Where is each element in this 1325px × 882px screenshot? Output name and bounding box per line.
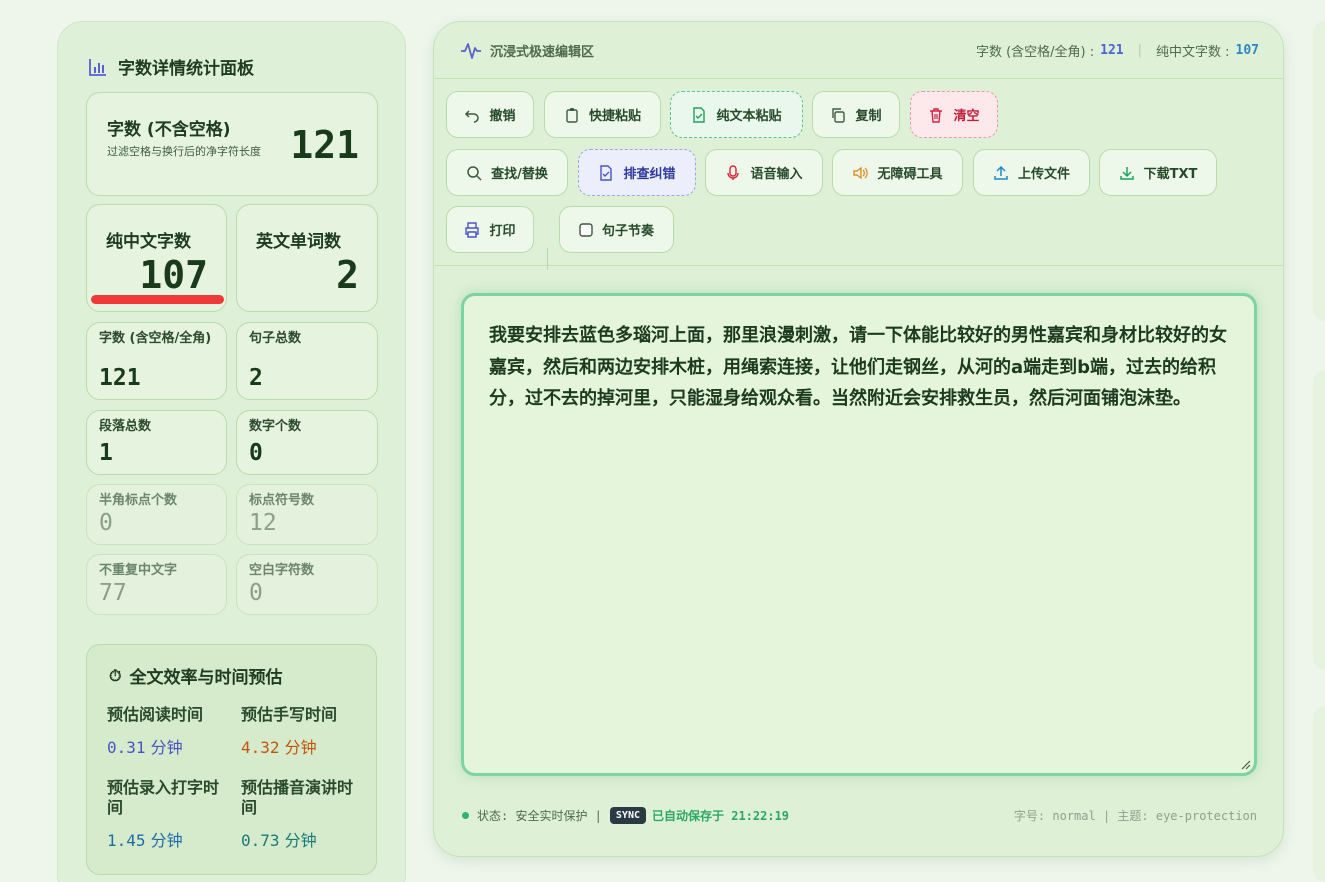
clear-button[interactable]: 清空 [910,91,998,138]
search-icon [467,165,482,181]
file-text-icon [693,106,706,123]
checkbox-icon [579,222,593,237]
stat-card: 段落总数 1 [86,410,227,475]
undo-button[interactable]: 撤销 [446,91,534,138]
editor-meta: 字号: normal | 主题: eye-protection [1013,808,1257,823]
text-editor[interactable]: 我要安排去蓝色多瑙河上面，那里浪漫刺激，请一下体能比较好的男性嘉宾和身材比较好的… [461,293,1257,776]
stat-card: 不重复中文字 77 [86,554,227,615]
proofread-button[interactable]: 排查纠错 [578,149,696,196]
word-count-card: 字数 (不含空格) 过滤空格与换行后的净字符长度 121 [86,92,378,196]
microphone-icon [727,164,740,180]
stat-value: 2 [249,365,263,391]
stat-label: 段落总数 [99,419,152,434]
sentence-rhythm-toggle[interactable]: 句子节奏 [559,206,674,253]
stats-separator: | [1137,43,1142,58]
stat-card: 半角标点个数 0 [86,484,227,545]
stats-panel-title: 字数详情统计面板 [88,54,254,79]
pulse-icon [461,42,481,59]
editor-header: 沉浸式极速编辑区 字数 (含空格/全角) : 121 | 纯中文字数 : 107 [434,22,1283,79]
plain-paste-button[interactable]: 纯文本粘贴 [670,91,803,138]
stat-value: 77 [99,580,127,606]
chinese-count-label: 纯中文字数 [106,232,191,252]
download-button[interactable]: 下载TXT [1099,149,1217,196]
stopwatch-icon: ⏱ [109,665,122,685]
copy-icon [832,107,846,123]
time-estimate-title: ⏱ 全文效率与时间预估 [109,665,283,689]
chinese-count-value: 107 [139,253,208,297]
print-button[interactable]: 打印 [446,206,534,253]
voice-input-button[interactable]: 语音输入 [705,149,823,196]
type-time: 预估录入打字时间 1.45 分钟 [107,778,220,850]
stat-card: 标点符号数 12 [236,484,378,545]
accessibility-button[interactable]: 无障碍工具 [832,149,963,196]
word-count-desc: 过滤空格与换行后的净字符长度 [107,145,261,158]
upload-button[interactable]: 上传文件 [973,149,1090,196]
printer-icon [465,221,480,238]
copy-button[interactable]: 复制 [812,91,900,138]
stat-label: 空白字符数 [249,563,315,578]
side-panel-edge [1313,706,1325,882]
stat-card: 字数 (含空格/全角) 121 [86,322,227,400]
word-count-value: 121 [290,123,359,167]
stat-label: 字数 (含空格/全角) [99,331,212,346]
english-count-value: 2 [336,253,359,297]
chinese-count-card: 纯中文字数 107 [86,204,227,312]
side-panel-edge [1313,370,1325,670]
stats-panel: 字数详情统计面板 字数 (不含空格) 过滤空格与换行后的净字符长度 121 纯中… [57,21,406,882]
stat-value: 0 [99,510,113,536]
count-label: 字数 (含空格/全角) : [975,45,1095,60]
header-stats: 字数 (含空格/全角) : 121 | 纯中文字数 : 107 [976,41,1259,60]
count-value: 121 [1100,43,1124,58]
highlight-underline [91,295,224,304]
chinese-label: 纯中文字数 : [1156,45,1230,60]
toolbar-divider [547,248,548,270]
stat-card: 句子总数 2 [236,322,378,400]
undo-icon [465,109,480,123]
stat-value: 0 [249,440,263,466]
stat-value: 0 [249,580,263,606]
file-check-icon [600,164,613,181]
stat-card: 空白字符数 0 [236,554,378,615]
editor-panel: 沉浸式极速编辑区 字数 (含空格/全角) : 121 | 纯中文字数 : 107… [433,21,1284,857]
bar-chart-icon [89,58,106,76]
trash-icon [930,107,943,123]
find-replace-button[interactable]: 查找/替换 [446,149,568,196]
stat-label: 句子总数 [249,331,302,346]
stat-card: 数字个数 0 [236,410,378,475]
side-panel-edge [1313,21,1325,321]
editor-content[interactable]: 我要安排去蓝色多瑙河上面，那里浪漫刺激，请一下体能比较好的男性嘉宾和身材比较好的… [489,320,1234,415]
clipboard-icon [566,107,578,123]
stat-value: 1 [99,440,113,466]
stat-label: 不重复中文字 [99,563,178,578]
stat-label: 标点符号数 [249,493,315,508]
sync-badge: SYNC [609,806,646,824]
time-estimate-box: ⏱ 全文效率与时间预估 预估阅读时间 0.31 分钟 预估手写时间 4.32 分… [86,644,377,875]
status-dot [462,811,469,819]
status-text: 状态: 安全实时保护 | [477,808,602,823]
write-time: 预估手写时间 4.32 分钟 [241,705,338,757]
stat-label: 半角标点个数 [99,493,178,508]
toolbar: 撤销 快捷粘贴 纯文本粘贴 复制 清空 查找/替换 排查纠错 语音输入 无障碍工… [434,79,1283,270]
english-count-card: 英文单词数 2 [236,204,378,312]
chinese-value: 107 [1235,43,1259,58]
saved-time: 已自动保存于 21:22:19 [652,808,790,823]
english-count-label: 英文单词数 [256,232,341,252]
stat-value: 121 [99,365,141,391]
editor-title: 沉浸式极速编辑区 [460,41,594,60]
quick-paste-button[interactable]: 快捷粘贴 [544,91,661,138]
status-bar: 状态: 安全实时保护 | SYNC 已自动保存于 21:22:19 字号: no… [462,804,1257,826]
speaker-icon [853,166,869,179]
upload-icon [994,165,1008,180]
resize-handle-icon[interactable] [1239,758,1251,770]
stat-value: 12 [249,510,277,536]
read-time: 预估阅读时间 0.31 分钟 [107,705,204,757]
word-count-label: 字数 (不含空格) [107,120,231,140]
download-icon [1119,166,1134,180]
speak-time: 预估播音演讲时间 0.73 分钟 [241,778,354,850]
stats-panel-title-text: 字数详情统计面板 [118,59,254,79]
stat-label: 数字个数 [249,419,302,434]
